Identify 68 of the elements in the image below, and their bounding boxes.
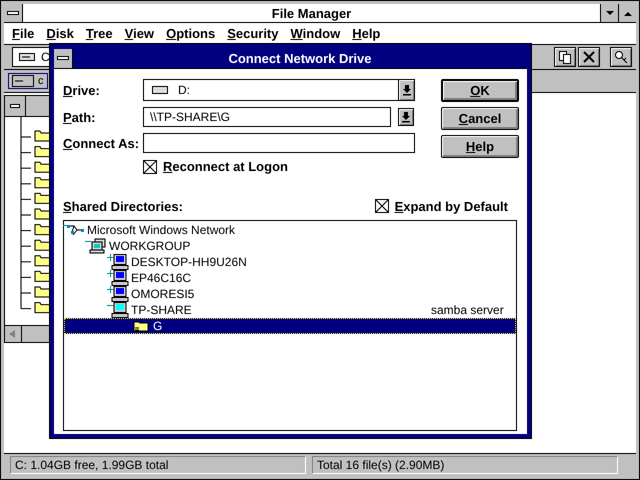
dropdown-button[interactable] bbox=[398, 108, 414, 126]
computer-icon bbox=[111, 286, 129, 302]
system-menu-button[interactable] bbox=[54, 48, 73, 68]
left-arrow-icon bbox=[9, 330, 17, 338]
drive-dropdown[interactable]: D: bbox=[143, 79, 415, 101]
menu-item[interactable]: Options bbox=[162, 26, 224, 41]
network-list-item[interactable]: G bbox=[64, 318, 516, 334]
network-list-item[interactable]: EP46C16C bbox=[64, 270, 516, 286]
dropdown-arrow-icon bbox=[401, 111, 411, 123]
workgroup-icon bbox=[89, 238, 107, 254]
collapse-icon[interactable] bbox=[63, 222, 70, 229]
menu-item[interactable]: Disk bbox=[42, 26, 82, 41]
path-field[interactable]: \\TP-SHARE\G bbox=[143, 107, 391, 127]
network-list-item[interactable]: DESKTOP-HH9U26N bbox=[64, 254, 516, 270]
checkbox[interactable] bbox=[143, 160, 157, 174]
menu-item[interactable]: Window bbox=[286, 26, 348, 41]
drive-label: Drive: bbox=[63, 82, 101, 98]
minimize-button[interactable] bbox=[600, 4, 618, 22]
dropdown-button[interactable] bbox=[398, 80, 414, 100]
network-list-item[interactable]: TP-SHARE samba server bbox=[64, 302, 516, 318]
drive-icon bbox=[152, 86, 168, 94]
bar-icon bbox=[10, 104, 20, 108]
checkbox[interactable] bbox=[374, 199, 389, 213]
bar-icon bbox=[57, 56, 69, 60]
dialog-button[interactable]: OK bbox=[441, 79, 519, 102]
shared-folder-icon bbox=[133, 320, 149, 332]
menu-item[interactable]: Tree bbox=[82, 26, 121, 41]
menu-item[interactable]: Help bbox=[348, 26, 388, 41]
menu-item[interactable]: View bbox=[120, 26, 162, 41]
path-label: Path: bbox=[63, 110, 97, 124]
connect-as-label: Connect As: bbox=[63, 136, 140, 150]
drive-button[interactable]: c bbox=[8, 73, 48, 89]
collapse-icon[interactable] bbox=[107, 302, 114, 309]
computer-icon bbox=[111, 254, 129, 270]
dialog-title: Connect Network Drive bbox=[227, 50, 373, 66]
dialog-button[interactable]: Cancel bbox=[441, 107, 519, 130]
computer-icon bbox=[111, 270, 129, 286]
copy-icon[interactable] bbox=[554, 47, 576, 67]
shared-directories-label: Shared Directories: bbox=[63, 198, 183, 214]
status-text: C: 1.04GB free, 1.99GB total bbox=[10, 456, 306, 474]
window-title: File Manager bbox=[270, 6, 352, 20]
down-arrow-icon bbox=[606, 10, 614, 16]
expand-icon[interactable] bbox=[107, 270, 114, 277]
dialog-button[interactable]: Help bbox=[441, 135, 519, 158]
computer-icon bbox=[111, 302, 129, 318]
expand-label: Expand by Default bbox=[394, 198, 508, 214]
connect-as-field[interactable] bbox=[143, 133, 415, 153]
bar-icon bbox=[7, 11, 19, 15]
delete-icon[interactable] bbox=[578, 47, 600, 67]
shared-directories-list[interactable]: Microsoft Windows Network WORKGROUP DESKTOP-HH9U26N EP46C16C OMORESI5 TP-SHARE samba server G bbox=[63, 220, 517, 431]
expand-icon[interactable] bbox=[107, 254, 114, 261]
collapse-icon[interactable] bbox=[85, 238, 92, 245]
network-list-item[interactable]: OMORESI5 bbox=[64, 286, 516, 302]
system-menu-button[interactable] bbox=[4, 4, 23, 22]
drive-value: D: bbox=[178, 83, 190, 97]
network-icon bbox=[67, 223, 85, 237]
maximize-button[interactable] bbox=[618, 4, 636, 22]
network-list-item[interactable]: Microsoft Windows Network bbox=[64, 222, 516, 238]
menu-item[interactable]: Security bbox=[223, 26, 286, 41]
menu-item[interactable]: File bbox=[8, 26, 42, 41]
status-text: Total 16 file(s) (2.90MB) bbox=[312, 456, 618, 474]
reconnect-label: Reconnect at Logon bbox=[163, 159, 288, 174]
dropdown-arrow-icon bbox=[402, 84, 412, 96]
network-list-item[interactable]: WORKGROUP bbox=[64, 238, 516, 254]
drive-combo-value: C bbox=[41, 50, 50, 64]
expand-icon[interactable] bbox=[107, 286, 114, 293]
drive-icon bbox=[19, 53, 35, 61]
up-arrow-icon bbox=[624, 10, 632, 16]
